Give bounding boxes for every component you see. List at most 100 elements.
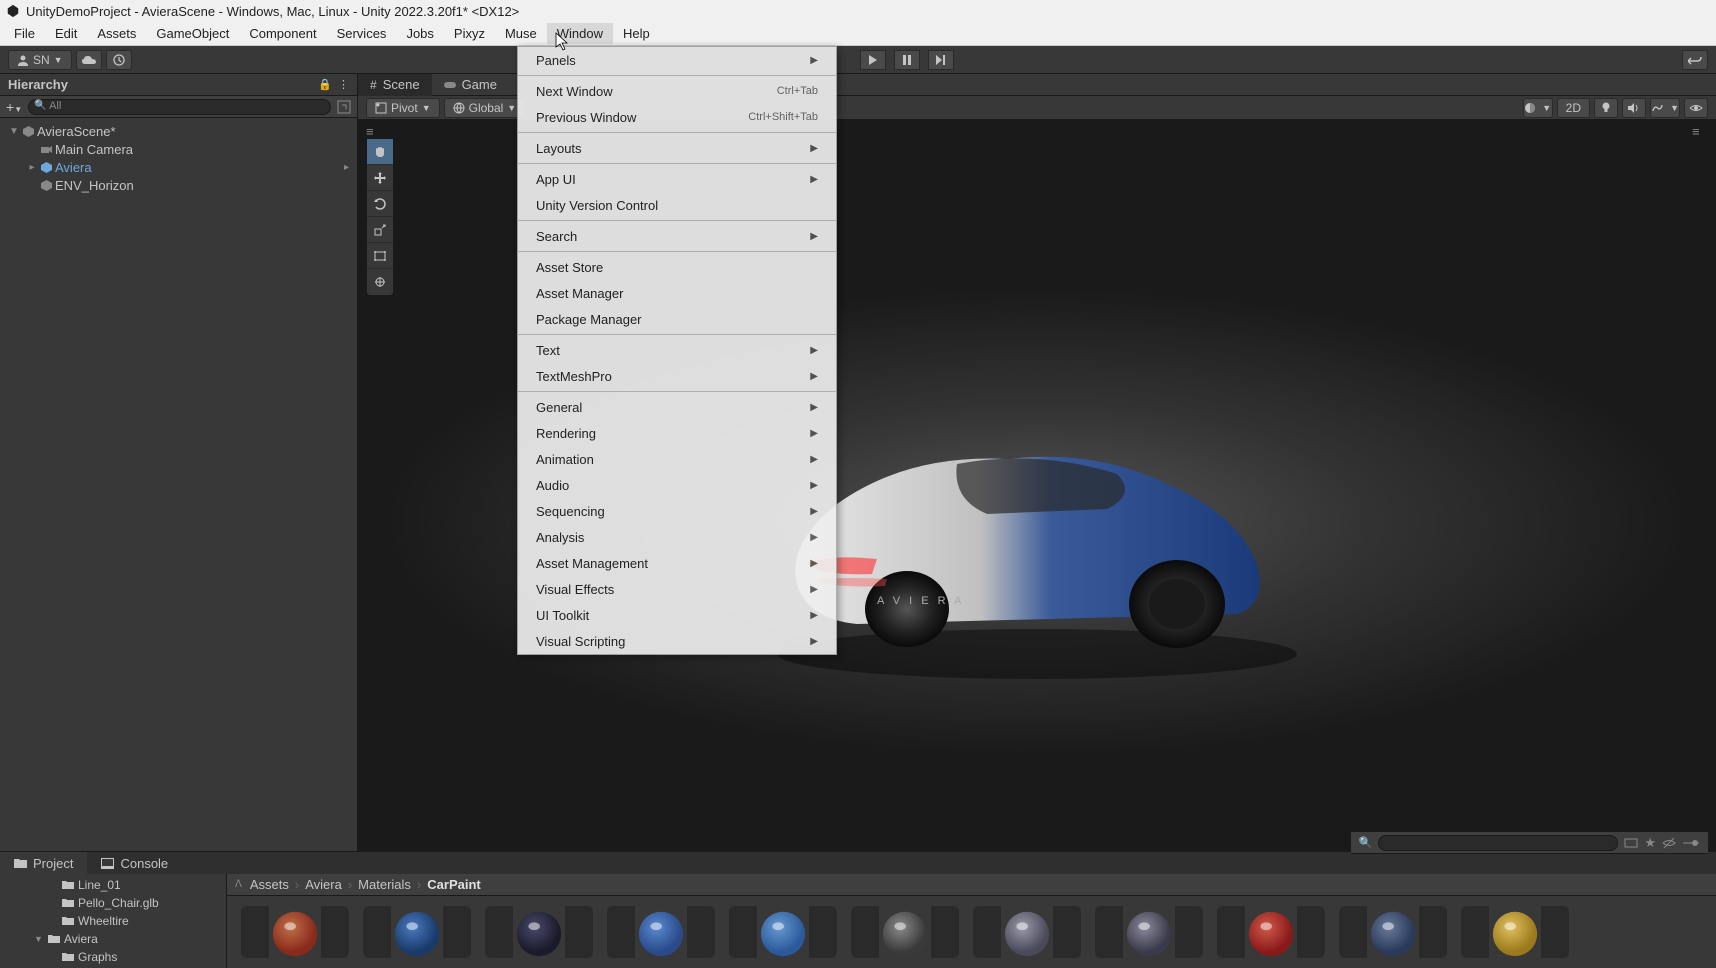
menu-item-asset-manager[interactable]: Asset Manager <box>518 280 836 306</box>
menu-item-textmeshpro[interactable]: TextMeshPro▶ <box>518 363 836 389</box>
lightbulb-icon <box>1601 102 1611 114</box>
undo-history-button[interactable] <box>1682 50 1708 70</box>
material-thumbnail[interactable] <box>973 906 1081 958</box>
material-thumbnail[interactable] <box>1339 906 1447 958</box>
hierarchy-item[interactable]: ENV_Horizon <box>0 176 357 194</box>
material-thumbnail[interactable] <box>1217 906 1325 958</box>
hierarchy-toolbar: +▼ 🔍 All <box>0 96 357 118</box>
car-model: A V I E R A <box>757 404 1317 684</box>
lighting-toggle[interactable] <box>1594 98 1618 118</box>
lock-icon[interactable]: 🔒 <box>318 78 332 91</box>
project-tree-item[interactable]: Line_01 <box>0 876 226 894</box>
project-tree-item[interactable]: Pello_Chair.glb <box>0 894 226 912</box>
menu-item-unity-version-control[interactable]: Unity Version Control <box>518 192 836 218</box>
eye-icon <box>1689 103 1703 113</box>
add-button[interactable]: +▼ <box>6 99 22 115</box>
hierarchy-item[interactable]: Main Camera <box>0 140 357 158</box>
tab-console[interactable]: Console <box>87 852 182 874</box>
menu-item-app-ui[interactable]: App UI▶ <box>518 166 836 192</box>
material-thumbnail[interactable] <box>241 906 349 958</box>
menu-item-next-window[interactable]: Next WindowCtrl+Tab <box>518 78 836 104</box>
project-hidden-icon[interactable] <box>1662 836 1676 850</box>
audio-toggle[interactable] <box>1622 98 1646 118</box>
menu-item-package-manager[interactable]: Package Manager <box>518 306 836 332</box>
pause-button[interactable] <box>894 50 920 70</box>
hierarchy-item[interactable]: ▼AvieraScene* <box>0 122 357 140</box>
menu-item-visual-effects[interactable]: Visual Effects▶ <box>518 576 836 602</box>
menu-item-text[interactable]: Text▶ <box>518 337 836 363</box>
user-icon <box>17 54 29 66</box>
menu-item-previous-window[interactable]: Previous WindowCtrl+Shift+Tab <box>518 104 836 130</box>
project-filter-icon[interactable] <box>1624 836 1638 850</box>
menu-assets[interactable]: Assets <box>87 23 146 44</box>
menu-help[interactable]: Help <box>613 23 660 44</box>
menu-muse[interactable]: Muse <box>495 23 547 44</box>
rect-tool[interactable] <box>367 243 393 269</box>
account-button[interactable]: SN ▼ <box>8 50 72 70</box>
menu-gameobject[interactable]: GameObject <box>146 23 239 44</box>
material-thumbnail[interactable] <box>1095 906 1203 958</box>
tab-scene[interactable]: #Scene <box>358 74 432 96</box>
scene-overlay-menu-left[interactable]: ≡ <box>366 124 382 139</box>
project-search[interactable] <box>1378 835 1618 851</box>
collapse-icon[interactable]: ᐱ <box>235 879 242 890</box>
tab-project[interactable]: Project <box>0 852 87 874</box>
step-button[interactable] <box>928 50 954 70</box>
menu-item-animation[interactable]: Animation▶ <box>518 446 836 472</box>
project-tree-item[interactable]: Wheeltire <box>0 912 226 930</box>
project-slider-icon[interactable] <box>1682 838 1700 848</box>
history-button[interactable] <box>106 50 132 70</box>
material-thumbnail[interactable] <box>607 906 715 958</box>
material-thumbnail[interactable] <box>851 906 959 958</box>
play-button[interactable] <box>860 50 886 70</box>
fx-dropdown[interactable]: ▼ <box>1650 98 1680 118</box>
material-thumbnail[interactable] <box>1461 906 1569 958</box>
menu-jobs[interactable]: Jobs <box>396 23 443 44</box>
project-tree-item[interactable]: ▼Aviera <box>0 930 226 948</box>
menu-item-asset-management[interactable]: Asset Management▶ <box>518 550 836 576</box>
menu-item-rendering[interactable]: Rendering▶ <box>518 420 836 446</box>
hierarchy-item[interactable]: ▸Aviera▸ <box>0 158 357 176</box>
hand-tool[interactable] <box>367 139 393 165</box>
project-tree-item[interactable]: Graphs <box>0 948 226 966</box>
scene-overlay-menu-right[interactable]: ≡ <box>1692 124 1708 139</box>
rotate-tool[interactable] <box>367 191 393 217</box>
menu-file[interactable]: File <box>4 23 45 44</box>
global-dropdown[interactable]: Global▼ <box>444 98 526 118</box>
menu-item-visual-scripting[interactable]: Visual Scripting▶ <box>518 628 836 654</box>
menu-pixyz[interactable]: Pixyz <box>444 23 495 44</box>
panel-menu-icon[interactable]: ⋮ <box>338 78 349 91</box>
material-thumbnail[interactable] <box>485 906 593 958</box>
menu-services[interactable]: Services <box>327 23 397 44</box>
breadcrumb-segment[interactable]: Aviera <box>305 877 342 892</box>
move-tool[interactable] <box>367 165 393 191</box>
2d-toggle[interactable]: 2D <box>1557 98 1590 118</box>
tab-game[interactable]: Game <box>432 74 509 96</box>
menu-item-general[interactable]: General▶ <box>518 394 836 420</box>
menu-item-audio[interactable]: Audio▶ <box>518 472 836 498</box>
menu-item-asset-store[interactable]: Asset Store <box>518 254 836 280</box>
menu-item-search[interactable]: Search▶ <box>518 223 836 249</box>
menu-item-sequencing[interactable]: Sequencing▶ <box>518 498 836 524</box>
undo-icon <box>1688 54 1702 66</box>
menu-component[interactable]: Component <box>239 23 326 44</box>
main-toolbar: SN ▼ <box>0 46 1716 74</box>
scale-tool[interactable] <box>367 217 393 243</box>
material-thumbnail[interactable] <box>729 906 837 958</box>
transform-tool[interactable] <box>367 269 393 295</box>
breadcrumb-segment[interactable]: CarPaint <box>427 877 480 892</box>
menu-item-ui-toolkit[interactable]: UI Toolkit▶ <box>518 602 836 628</box>
menu-item-analysis[interactable]: Analysis▶ <box>518 524 836 550</box>
menu-edit[interactable]: Edit <box>45 23 87 44</box>
breadcrumb-segment[interactable]: Assets <box>250 877 289 892</box>
project-favorite-icon[interactable]: ★ <box>1644 835 1656 851</box>
hierarchy-search[interactable]: 🔍 All <box>28 99 331 115</box>
breadcrumb-segment[interactable]: Materials <box>358 877 411 892</box>
hierarchy-expand-icon[interactable] <box>337 100 351 114</box>
pivot-dropdown[interactable]: Pivot▼ <box>366 98 440 118</box>
menu-item-layouts[interactable]: Layouts▶ <box>518 135 836 161</box>
material-thumbnail[interactable] <box>363 906 471 958</box>
visibility-toggle[interactable] <box>1684 98 1708 118</box>
draw-mode-dropdown[interactable]: ▼ <box>1523 98 1553 118</box>
cloud-button[interactable] <box>76 50 102 70</box>
